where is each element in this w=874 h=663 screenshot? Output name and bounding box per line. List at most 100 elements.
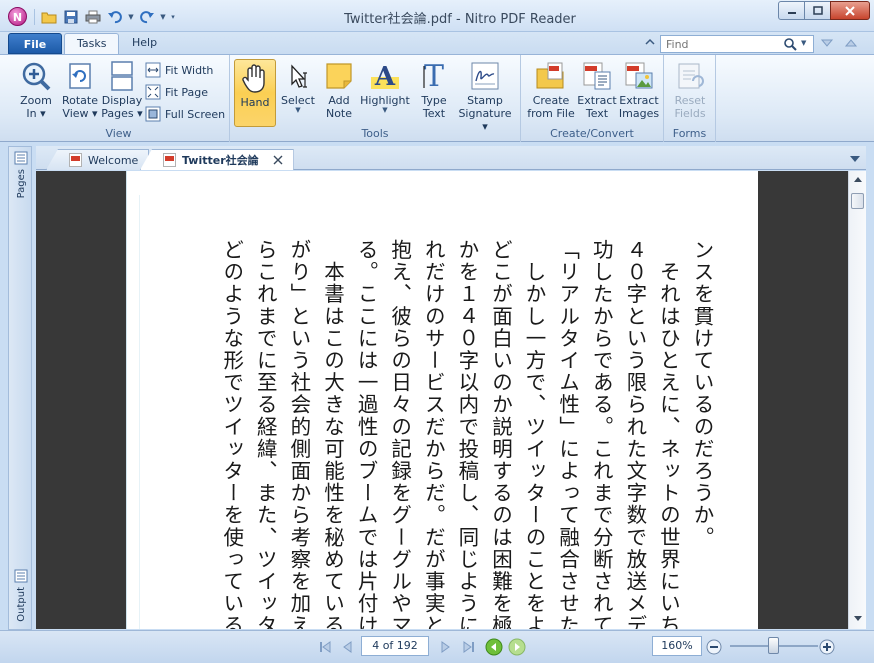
create-from-file-button[interactable]: Create from File — [527, 58, 575, 124]
qat-separator — [34, 9, 35, 25]
next-page-icon[interactable] — [437, 638, 455, 656]
text-column: しかし一方で、ツイッターのことをよく — [522, 239, 547, 629]
document-viewport[interactable]: ンスを貫けているのだろうか。 それはひとえに、ネットの世界にいち早 ４０字という限… — [36, 171, 848, 629]
page-number-field[interactable]: 4 of 192 — [361, 636, 429, 656]
text-column: それはひとえに、ネットの世界にいち早 — [656, 239, 681, 629]
display-pages-icon — [100, 58, 144, 94]
ribbon: Zoom In ▾ Rotate View ▾ Display Pages ▾ … — [0, 54, 874, 142]
scroll-up-arrow-icon[interactable] — [849, 171, 867, 187]
minimize-icon — [787, 11, 796, 14]
doc-tab-twitter[interactable]: Twitter社会論 — [140, 149, 294, 170]
ribbon-tab-row: File Tasks Help ▼ — [0, 32, 874, 55]
first-page-icon[interactable] — [316, 638, 334, 656]
file-tab[interactable]: File — [8, 33, 62, 54]
output-panel-icon — [14, 569, 28, 583]
rotate-view-button[interactable]: Rotate View ▾ — [58, 58, 102, 124]
previous-page-icon[interactable] — [338, 638, 356, 656]
select-tool-button[interactable]: Select ▼ — [276, 58, 320, 124]
output-panel-tab[interactable]: Output — [11, 569, 31, 622]
redo-icon[interactable] — [137, 7, 157, 27]
zoom-out-icon[interactable] — [705, 638, 723, 656]
pdf-page[interactable]: ンスを貫けているのだろうか。 それはひとえに、ネットの世界にいち早 ４０字という限… — [126, 171, 758, 629]
signature-icon — [454, 58, 516, 94]
reset-fields-icon — [668, 58, 712, 94]
scrollbar-thumb[interactable] — [851, 193, 864, 209]
doc-tab-welcome[interactable]: Welcome — [46, 149, 150, 170]
zoom-level-field[interactable]: 160% — [652, 636, 702, 656]
extract-images-icon — [617, 58, 661, 94]
find-input[interactable] — [661, 36, 779, 52]
zoom-in-button[interactable]: Zoom In ▾ — [14, 58, 58, 124]
text-column: ンスを貫けているのだろうか。 — [690, 239, 714, 549]
tab-help[interactable]: Help — [120, 33, 169, 55]
maximize-button[interactable] — [804, 1, 831, 20]
extract-images-button[interactable]: Extract Images — [617, 58, 661, 124]
display-pages-button[interactable]: Display Pages ▾ — [100, 58, 144, 124]
text-column: 「リアルタイム性」によって融合させたツ — [555, 239, 580, 629]
find-previous-icon[interactable] — [844, 36, 858, 53]
fit-width-icon — [145, 62, 161, 78]
text-column: がり」という社会的側面から考察を加えた — [286, 239, 311, 629]
text-column: どのような形でツイッターを使っているの — [219, 239, 244, 629]
undo-dropdown-icon[interactable]: ▼ — [127, 13, 135, 21]
fit-page-button[interactable]: Fit Page — [145, 82, 208, 102]
window-title: Twitter社会論.pdf - Nitro PDF Reader — [344, 12, 576, 27]
open-folder-icon[interactable] — [39, 7, 59, 27]
full-screen-icon — [145, 106, 161, 122]
find-next-icon[interactable] — [820, 36, 834, 53]
extract-text-button[interactable]: Extract Text — [575, 58, 619, 124]
search-icon[interactable] — [783, 37, 797, 54]
sticky-note-icon — [317, 58, 361, 94]
quick-access-toolbar: ▼ ▼ ▾ — [32, 6, 177, 28]
minimize-button[interactable] — [778, 1, 805, 20]
side-panel-strip: Pages Output — [8, 146, 32, 630]
previous-view-icon[interactable] — [485, 638, 503, 656]
fit-width-button[interactable]: Fit Width — [145, 60, 213, 80]
customize-qat-icon[interactable]: ▾ — [169, 13, 177, 21]
pdf-file-icon — [69, 153, 82, 167]
document-tab-bar: Welcome Twitter社会論 — [36, 146, 866, 170]
pdf-file-icon — [163, 153, 176, 167]
pages-panel-tab[interactable]: Pages — [11, 151, 31, 198]
highlight-button[interactable]: A Highlight ▼ — [360, 58, 410, 124]
status-bar: 4 of 192 160% — [0, 630, 874, 663]
ribbon-collapse-icon[interactable] — [644, 36, 656, 51]
find-options-dropdown-icon[interactable]: ▼ — [801, 39, 806, 47]
vertical-scrollbar[interactable] — [848, 171, 866, 629]
select-cursor-icon — [276, 58, 320, 94]
undo-icon[interactable] — [105, 7, 125, 27]
zoom-slider-thumb[interactable] — [768, 637, 779, 654]
page-margin-line — [139, 195, 140, 629]
app-logo-icon[interactable]: N — [8, 7, 27, 26]
text-column: らこれまでに至る経緯、また、ツイッター — [253, 239, 278, 629]
full-screen-button[interactable]: Full Screen — [145, 104, 225, 124]
type-text-button[interactable]: T Type Text — [412, 58, 456, 124]
hand-tool-button[interactable]: Hand — [234, 59, 276, 127]
tab-tasks[interactable]: Tasks — [64, 33, 120, 55]
close-icon — [845, 5, 855, 16]
reset-fields-button[interactable]: Reset Fields — [668, 58, 712, 124]
redo-dropdown-icon[interactable]: ▼ — [159, 13, 167, 21]
tab-list-dropdown-icon[interactable] — [850, 153, 860, 166]
print-icon[interactable] — [83, 7, 103, 27]
title-bar: N ▼ ▼ ▾ Twitter社会論.pdf - Nitro PDF Reade… — [0, 0, 874, 32]
last-page-icon[interactable] — [460, 638, 478, 656]
scroll-down-arrow-icon[interactable] — [849, 611, 867, 627]
add-note-button[interactable]: Add Note — [317, 58, 361, 124]
text-column: かを１４０字以内で投稿し、同じように投 — [454, 239, 479, 629]
svg-text:A: A — [374, 62, 396, 91]
close-tab-icon[interactable] — [273, 155, 283, 165]
next-view-icon[interactable] — [508, 638, 526, 656]
zoom-in-icon — [14, 58, 58, 94]
close-window-button[interactable] — [830, 1, 870, 20]
restore-icon — [812, 6, 823, 15]
forms-group-label: Forms — [672, 127, 707, 140]
stamp-signature-button[interactable]: Stamp Signature ▾ — [454, 58, 516, 133]
text-column: 抱え、彼らの日々の記録をグーグルやマイ — [387, 239, 412, 629]
zoom-in-small-icon[interactable] — [818, 638, 836, 656]
tools-group-label: Tools — [361, 127, 389, 140]
save-icon[interactable] — [61, 7, 81, 27]
hand-icon — [235, 60, 275, 96]
forms-group: Reset Fields Forms — [664, 55, 716, 142]
tools-group: Hand Select ▼ Add Note A Highlight ▼ T T… — [230, 55, 521, 142]
